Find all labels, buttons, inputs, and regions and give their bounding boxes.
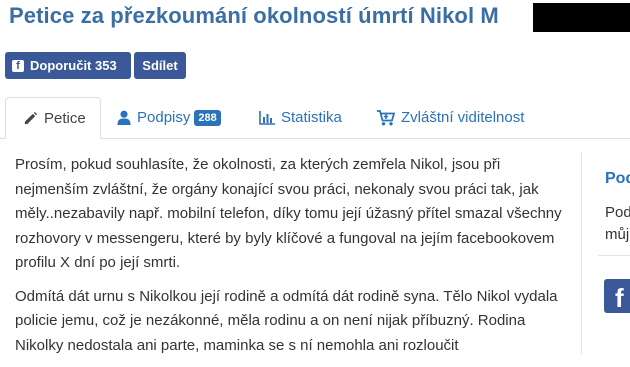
bar-chart-icon [259, 110, 275, 125]
tab-zvlastni-viditelnost[interactable]: Zvláštní viditelnost [377, 97, 524, 138]
share-button[interactable]: Sdílet [134, 52, 186, 79]
tab-label: Podpisy [137, 109, 191, 126]
sidebar-divider [598, 255, 630, 256]
cart-icon [377, 109, 395, 125]
facebook-share-icon[interactable]: f [604, 279, 630, 313]
tab-label: Statistika [281, 109, 342, 126]
facebook-icon: f [12, 59, 24, 72]
column-divider [581, 152, 582, 354]
petition-paragraph: Odmítá dát urnu s Nikolkou její rodině a… [15, 287, 558, 354]
redaction-block [533, 3, 630, 32]
sidebar-text: Pod můj [605, 202, 630, 246]
recommend-label: Doporučit 353 [30, 58, 117, 73]
signature-count-badge: 288 [194, 109, 221, 126]
tab-podpisy[interactable]: Podpisy 288 [117, 97, 221, 138]
user-icon [117, 110, 131, 125]
tab-statistika[interactable]: Statistika [259, 97, 342, 138]
tab-petice[interactable]: Petice [5, 97, 101, 139]
page-title: Petice za přezkoumání okolností úmrtí Ni… [9, 3, 499, 28]
petition-paragraph: Prosím, pokud souhlasíte, že okolnosti, … [15, 156, 562, 271]
tab-label: Zvláštní viditelnost [401, 109, 525, 126]
sidebar-heading: Pod [605, 170, 630, 187]
sidebar-text-line: Pod [605, 204, 630, 221]
recommend-button[interactable]: f Doporučit 353 [5, 52, 131, 79]
sidebar-text-line: můj [605, 226, 630, 243]
petition-text: Prosím, pokud souhlasíte, že okolnosti, … [15, 153, 563, 367]
tab-label: Petice [44, 109, 86, 127]
pencil-icon [24, 111, 38, 124]
